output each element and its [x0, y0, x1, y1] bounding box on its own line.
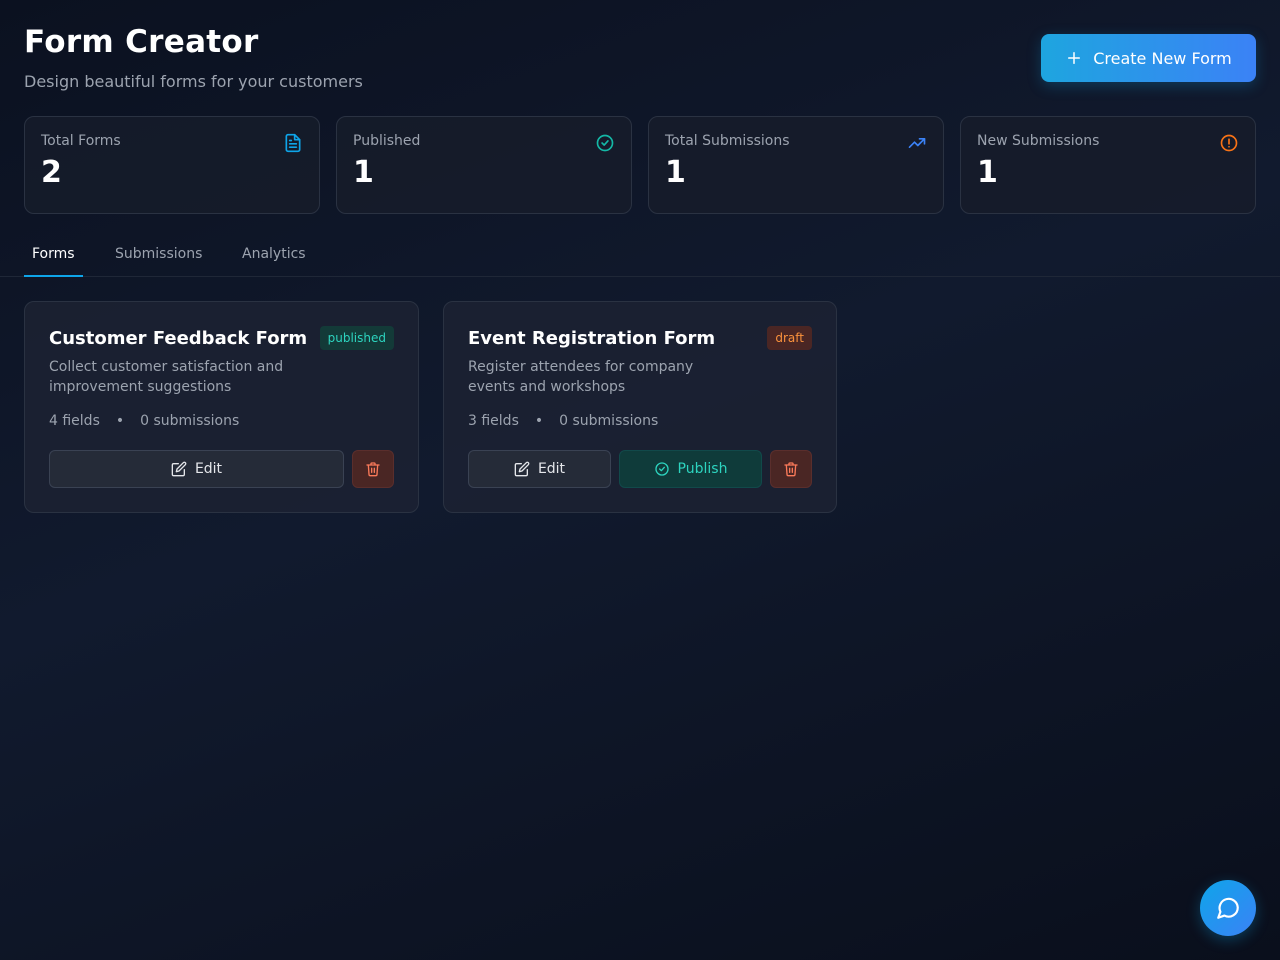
edit-label: Edit	[537, 461, 566, 477]
document-icon	[285, 133, 301, 153]
stat-card-published: Published 1	[336, 116, 632, 214]
create-new-form-label: Create New Form	[1093, 48, 1232, 68]
submission-count: 0 submissions	[140, 413, 240, 429]
tab-bar: Forms Submissions Analytics	[0, 232, 1280, 277]
plus-icon	[1068, 52, 1081, 64]
form-meta: 4 fields • 0 submissions	[49, 413, 394, 429]
meta-separator: •	[115, 413, 125, 429]
edit-button[interactable]: Edit	[49, 450, 344, 488]
trending-up-icon	[908, 138, 926, 148]
delete-button[interactable]	[352, 450, 394, 488]
alert-circle-icon	[1220, 134, 1238, 152]
stat-label: Total Forms	[41, 133, 121, 149]
meta-separator: •	[534, 413, 544, 429]
chat-bubble-icon	[1217, 897, 1239, 919]
stats-row: Total Forms 2 Published 1 Total Submissi…	[24, 116, 1256, 214]
trash-icon	[366, 462, 380, 477]
tab-forms[interactable]: Forms	[24, 232, 83, 277]
trash-icon	[784, 462, 798, 477]
tab-submissions[interactable]: Submissions	[107, 232, 210, 276]
stat-value: 1	[977, 155, 998, 190]
stat-label: Published	[353, 133, 421, 149]
form-description: Collect customer satisfaction and improv…	[49, 359, 284, 395]
edit-icon	[171, 461, 187, 477]
stat-value: 1	[665, 155, 686, 190]
stat-value: 2	[41, 155, 62, 190]
delete-button[interactable]	[770, 450, 812, 488]
form-meta: 3 fields • 0 submissions	[468, 413, 812, 429]
header: Form Creator Design beautiful forms for …	[24, 24, 363, 91]
chat-button[interactable]	[1200, 880, 1256, 936]
edit-icon	[514, 461, 530, 477]
tab-analytics[interactable]: Analytics	[234, 232, 314, 276]
edit-label: Edit	[194, 461, 223, 477]
stat-card-new-submissions: New Submissions 1	[960, 116, 1256, 214]
form-card: Event Registration Form draft Register a…	[443, 301, 837, 513]
page-title: Form Creator	[24, 24, 259, 60]
form-description: Register attendees for company events an…	[468, 359, 694, 395]
field-count: 3 fields	[468, 413, 519, 429]
check-circle-icon	[596, 134, 614, 152]
check-circle-icon	[654, 462, 669, 476]
form-actions: Edit	[49, 450, 394, 488]
page-subtitle: Design beautiful forms for your customer…	[24, 72, 363, 91]
form-title: Event Registration Form	[468, 328, 716, 349]
stat-card-total-forms: Total Forms 2	[24, 116, 320, 214]
form-card: Customer Feedback Form published Collect…	[24, 301, 419, 513]
stat-label: New Submissions	[977, 133, 1100, 149]
form-actions: Edit Publish	[468, 450, 812, 488]
field-count: 4 fields	[49, 413, 100, 429]
edit-button[interactable]: Edit	[468, 450, 611, 488]
stat-label: Total Submissions	[665, 133, 790, 149]
publish-button[interactable]: Publish	[619, 450, 762, 488]
stat-value: 1	[353, 155, 374, 190]
publish-label: Publish	[677, 461, 728, 477]
create-new-form-button[interactable]: Create New Form	[1041, 34, 1256, 82]
stat-card-total-submissions: Total Submissions 1	[648, 116, 944, 214]
status-badge: draft	[767, 326, 812, 350]
submission-count: 0 submissions	[559, 413, 659, 429]
status-badge: published	[319, 326, 394, 350]
